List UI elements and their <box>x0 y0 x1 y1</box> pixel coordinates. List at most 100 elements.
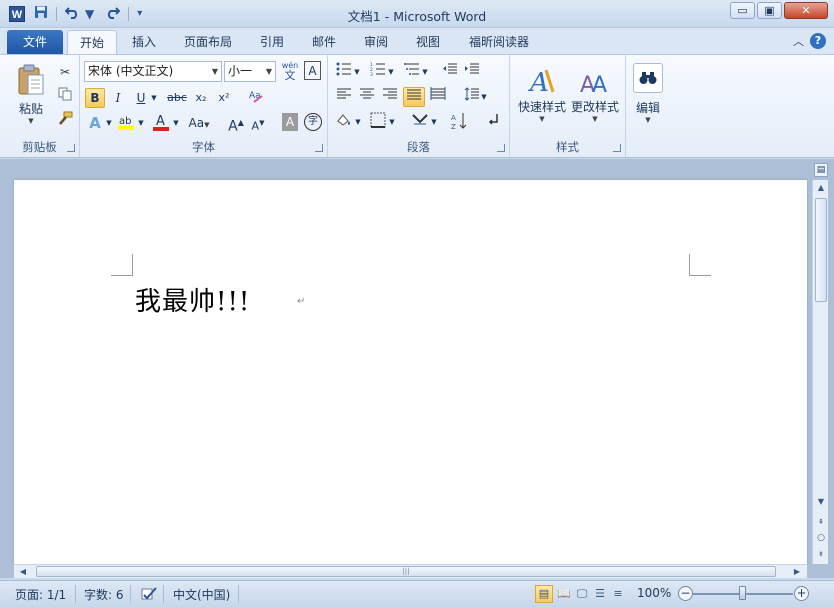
copy-icon[interactable] <box>55 87 75 107</box>
tab-mailings[interactable]: 邮件 <box>304 30 344 54</box>
numbering-dropdown-icon[interactable]: ▼ <box>386 62 396 82</box>
shading-icon[interactable] <box>334 112 354 132</box>
paste-button[interactable]: 粘贴 ▼ <box>10 59 52 129</box>
sort-icon[interactable]: AZ <box>450 112 470 132</box>
scroll-up-icon[interactable]: ▲ <box>813 180 829 196</box>
change-case-button[interactable]: Aa▼ <box>186 113 212 133</box>
align-left-icon[interactable] <box>334 87 354 107</box>
document-page[interactable]: 我最帅!!! ↵ <box>14 180 807 564</box>
phonetic-guide-button[interactable]: wén 文 <box>280 61 300 81</box>
document-text[interactable]: 我最帅!!! <box>135 281 250 318</box>
zoom-level[interactable]: 100% <box>637 586 671 600</box>
character-border-button[interactable]: A <box>304 61 321 80</box>
page-count[interactable]: 页面: 1/1 <box>15 586 66 603</box>
align-center-icon[interactable] <box>357 87 377 107</box>
font-color-dropdown-icon[interactable]: ▼ <box>171 113 181 133</box>
cut-icon[interactable]: ✂ <box>55 62 75 82</box>
minimize-ribbon-icon[interactable]: ︿ <box>793 33 804 49</box>
word-count[interactable]: 字数: 6 <box>84 586 124 603</box>
tab-page-layout[interactable]: 页面布局 <box>176 30 240 54</box>
change-styles-button[interactable]: A A 更改样式 ▼ <box>568 58 622 130</box>
print-layout-view-icon[interactable]: ▤ <box>535 585 553 603</box>
borders-icon[interactable] <box>368 112 388 132</box>
align-right-icon[interactable] <box>380 87 400 107</box>
font-launcher-icon[interactable] <box>315 144 323 152</box>
editing-button[interactable]: 编辑 ▼ <box>630 58 666 128</box>
chinese-layout-icon[interactable] <box>410 112 430 132</box>
tab-foxit-reader[interactable]: 福昕阅读器 <box>460 30 538 54</box>
character-shading-button[interactable]: A <box>282 113 298 131</box>
tab-file[interactable]: 文件 <box>7 30 63 54</box>
scroll-down-icon[interactable]: ▼ <box>813 494 829 510</box>
font-color-icon[interactable]: A <box>151 113 171 133</box>
tab-review[interactable]: 审阅 <box>356 30 396 54</box>
multilevel-dropdown-icon[interactable]: ▼ <box>420 62 430 82</box>
styles-launcher-icon[interactable] <box>613 144 621 152</box>
previous-page-icon[interactable]: ⇞ <box>813 514 829 530</box>
zoom-out-button[interactable]: − <box>678 586 693 601</box>
bullets-icon[interactable] <box>334 62 354 82</box>
text-effects-dropdown-icon[interactable]: ▼ <box>104 113 114 133</box>
scroll-right-icon[interactable]: ▶ <box>790 565 804 579</box>
text-effects-icon[interactable]: A <box>85 113 105 133</box>
horizontal-scroll-thumb[interactable]: ||| <box>36 566 776 577</box>
shrink-font-label: A <box>251 119 260 133</box>
quick-styles-button[interactable]: A 快速样式 ▼ <box>514 58 570 130</box>
next-page-icon[interactable]: ⇟ <box>813 546 829 562</box>
grow-font-button[interactable]: A▲ <box>226 113 246 135</box>
zoom-slider-thumb[interactable] <box>739 586 746 600</box>
proofing-icon[interactable] <box>140 586 158 605</box>
web-layout-icon[interactable]: 🖵 <box>573 585 591 603</box>
format-painter-icon[interactable] <box>55 111 75 131</box>
language-indicator[interactable]: 中文(中国) <box>173 586 230 603</box>
chinese-layout-dropdown-icon[interactable]: ▼ <box>429 112 439 132</box>
strikethrough-button[interactable]: abc <box>165 88 189 108</box>
multilevel-list-icon[interactable] <box>402 62 422 82</box>
highlight-dropdown-icon[interactable]: ▼ <box>136 113 146 133</box>
clipboard-launcher-icon[interactable] <box>67 144 75 152</box>
restore-button[interactable]: ▣ <box>757 2 782 19</box>
minimize-button[interactable]: ▭ <box>730 2 755 19</box>
font-name-combo[interactable]: 宋体 (中文正文) ▼ <box>84 61 222 82</box>
draft-view-icon[interactable]: ≡ <box>609 585 627 603</box>
distributed-icon[interactable] <box>428 87 448 107</box>
tab-home[interactable]: 开始 <box>67 30 117 54</box>
bullets-dropdown-icon[interactable]: ▼ <box>352 62 362 82</box>
superscript-button[interactable]: x² <box>214 88 234 108</box>
increase-indent-icon[interactable] <box>462 62 482 82</box>
subscript-button[interactable]: x₂ <box>191 88 211 108</box>
full-screen-reading-icon[interactable]: 📖 <box>555 585 573 603</box>
select-browse-object-icon[interactable]: ○ <box>813 530 829 546</box>
window-controls: ▭ ▣ ✕ <box>730 2 828 19</box>
highlight-icon[interactable]: ab <box>116 113 136 133</box>
show-marks-icon[interactable] <box>483 112 503 132</box>
tab-insert[interactable]: 插入 <box>124 30 164 54</box>
view-ruler-icon[interactable]: ▤ <box>814 163 828 177</box>
justify-icon[interactable] <box>403 87 425 107</box>
paragraph-launcher-icon[interactable] <box>497 144 505 152</box>
close-button[interactable]: ✕ <box>784 2 828 19</box>
vertical-scroll-thumb[interactable] <box>815 198 827 302</box>
zoom-in-button[interactable]: + <box>794 586 809 601</box>
tab-view[interactable]: 视图 <box>408 30 448 54</box>
line-spacing-dropdown-icon[interactable]: ▼ <box>479 87 489 107</box>
font-size-combo[interactable]: 小一 ▼ <box>224 61 276 82</box>
help-icon[interactable]: ? <box>810 33 826 49</box>
decrease-indent-icon[interactable] <box>440 62 460 82</box>
clear-formatting-icon[interactable]: Aa <box>246 88 266 108</box>
tab-references[interactable]: 引用 <box>252 30 292 54</box>
horizontal-scrollbar[interactable]: ◀ ||| ▶ <box>14 564 807 578</box>
vertical-scrollbar[interactable]: ▲ ▼ ⇞ ○ ⇟ <box>812 180 828 564</box>
borders-dropdown-icon[interactable]: ▼ <box>387 112 397 132</box>
underline-dropdown-icon[interactable]: ▼ <box>149 88 159 108</box>
shading-dropdown-icon[interactable]: ▼ <box>353 112 363 132</box>
bold-button[interactable]: B <box>85 88 105 108</box>
shrink-font-button[interactable]: A▼ <box>248 113 268 133</box>
numbering-icon[interactable]: 123 <box>368 62 388 82</box>
underline-button[interactable]: U <box>131 88 151 108</box>
outline-view-icon[interactable]: ☰ <box>591 585 609 603</box>
italic-button[interactable]: I <box>108 88 128 108</box>
enclose-characters-button[interactable]: 字 <box>304 113 322 131</box>
scroll-left-icon[interactable]: ◀ <box>16 565 30 579</box>
editing-label: 编辑 <box>635 100 660 115</box>
